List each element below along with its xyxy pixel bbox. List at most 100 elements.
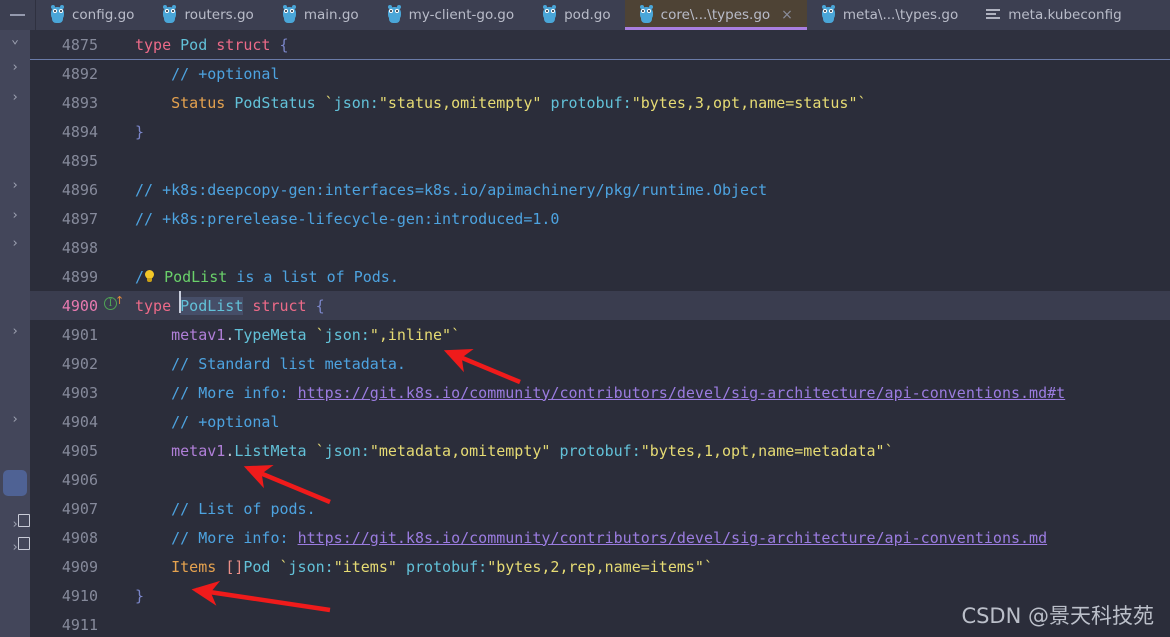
code-line[interactable]: 4905 metav1.ListMeta `json:"metadata,omi…	[30, 436, 1170, 465]
code-token: type	[135, 36, 171, 54]
editor-tab[interactable]: main.go	[268, 0, 373, 30]
chevron-right-small-icon[interactable]: ›	[4, 236, 26, 252]
code-token: // +k8s:prerelease-lifecycle-gen:introdu…	[135, 210, 559, 228]
code-token: "bytes,1,opt,name=metadata"	[641, 442, 885, 460]
code-line[interactable]: 4909 Items []Pod `json:"items" protobuf:…	[30, 552, 1170, 581]
code-token	[171, 36, 180, 54]
code-token: is a list of Pods.	[227, 268, 399, 286]
minimize-icon	[10, 14, 25, 16]
code-line[interactable]: 4898	[30, 233, 1170, 262]
code-token: protobuf:	[559, 442, 640, 460]
code-token	[307, 326, 316, 344]
code-line-text: metav1.ListMeta `json:"metadata,omitempt…	[132, 442, 1170, 460]
code-line[interactable]: 4892 // +optional	[30, 59, 1170, 88]
code-token: PodList	[164, 268, 227, 286]
implementation-marker-icon[interactable]: I↑	[104, 297, 119, 312]
code-token: // +optional	[171, 413, 279, 431]
editor-tab[interactable]: pod.go	[528, 0, 625, 30]
go-gopher-icon	[821, 7, 836, 23]
code-line[interactable]: 4897// +k8s:prerelease-lifecycle-gen:int…	[30, 204, 1170, 233]
code-editor[interactable]: 4875type Pod struct {4892 // +optional48…	[30, 30, 1170, 637]
code-token: "bytes,3,opt,name=status"	[632, 94, 858, 112]
code-token	[316, 94, 325, 112]
code-token: TypeMeta	[234, 326, 306, 344]
chevron-right-small-icon[interactable]: ›	[4, 324, 26, 340]
editor-tab[interactable]: meta.kubeconfig	[972, 0, 1135, 30]
code-token: ListMeta	[234, 442, 306, 460]
code-line[interactable]: 4899/ PodList is a list of Pods.	[30, 262, 1170, 291]
code-token: https://git.k8s.io/community/contributor…	[298, 384, 1066, 402]
structure-selected-item[interactable]	[3, 470, 27, 496]
editor-tab[interactable]: meta\...\types.go	[807, 0, 972, 30]
code-line[interactable]: 4901 metav1.TypeMeta `json:",inline"`	[30, 320, 1170, 349]
code-token	[155, 268, 164, 286]
line-number: 4895	[30, 152, 102, 170]
code-line-current[interactable]: 4900I↑type PodList struct {	[30, 291, 1170, 320]
code-line[interactable]: 4896// +k8s:deepcopy-gen:interfaces=k8s.…	[30, 175, 1170, 204]
code-line-text: // More info: https://git.k8s.io/communi…	[132, 384, 1170, 402]
chevron-right-small-icon[interactable]: ›	[4, 178, 26, 194]
code-line[interactable]: 4875type Pod struct {	[30, 30, 1170, 60]
intention-bulb-icon[interactable]	[144, 270, 155, 285]
code-line[interactable]: 4895	[30, 146, 1170, 175]
chevron-down-icon[interactable]: ⌄	[4, 32, 26, 48]
code-token: `	[325, 94, 334, 112]
code-line[interactable]: 4903 // More info: https://git.k8s.io/co…	[30, 378, 1170, 407]
code-token: []	[225, 558, 243, 576]
gutter-marker	[102, 610, 132, 637]
editor-tab-label: meta\...\types.go	[843, 7, 958, 23]
code-token: // List of pods.	[171, 500, 316, 518]
gutter-marker	[102, 552, 132, 581]
gutter-marker	[102, 117, 132, 146]
code-line[interactable]: 4902 // Standard list metadata.	[30, 349, 1170, 378]
gutter-marker: I↑	[102, 291, 132, 320]
line-number: 4898	[30, 239, 102, 257]
code-token: "items"	[334, 558, 397, 576]
code-token: json:	[289, 558, 334, 576]
code-line[interactable]: 4894}	[30, 117, 1170, 146]
gutter-marker	[102, 320, 132, 349]
code-token: "metadata,omitempty"	[370, 442, 551, 460]
code-line-text: metav1.TypeMeta `json:",inline"`	[132, 326, 1170, 344]
editor-tab[interactable]: routers.go	[148, 0, 267, 30]
editor-tab[interactable]: core\...\types.go×	[625, 0, 807, 30]
close-tab-icon[interactable]: ×	[781, 8, 793, 22]
structure-strip[interactable]: ⌄›››››››››	[0, 30, 30, 637]
code-token: `	[316, 442, 325, 460]
gutter-marker	[102, 175, 132, 204]
chevron-right-small-icon[interactable]: ›	[4, 412, 26, 428]
code-token: {	[280, 36, 289, 54]
chevron-right-small-icon[interactable]: ›	[4, 60, 26, 76]
editor-tab-label: my-client-go.go	[409, 7, 514, 23]
code-line[interactable]: 4906	[30, 465, 1170, 494]
code-token: https://git.k8s.io/community/contributor…	[298, 529, 1048, 547]
line-number: 4911	[30, 616, 102, 634]
gutter-marker	[102, 378, 132, 407]
tab-bar-collapse-handle[interactable]	[0, 0, 36, 30]
code-token: PodList	[180, 297, 243, 315]
code-token: // Standard list metadata.	[171, 355, 406, 373]
chevron-right-small-icon[interactable]: ›	[4, 208, 26, 224]
gutter-marker	[102, 262, 132, 291]
editor-tab-label: pod.go	[564, 7, 611, 23]
code-token: `	[858, 94, 867, 112]
go-gopher-icon	[387, 7, 402, 23]
code-token	[270, 558, 279, 576]
editor-tab[interactable]: config.go	[36, 0, 148, 30]
line-number: 4902	[30, 355, 102, 373]
code-token: metav1	[171, 442, 225, 460]
editor-tab-label: meta.kubeconfig	[1008, 7, 1121, 23]
code-token	[225, 94, 234, 112]
editor-tab[interactable]: my-client-go.go	[373, 0, 528, 30]
gutter-marker	[102, 88, 132, 117]
code-token: json:	[334, 94, 379, 112]
code-line-text: // +optional	[132, 65, 1170, 83]
code-line[interactable]: 4893 Status PodStatus `json:"status,omit…	[30, 88, 1170, 117]
code-line[interactable]: 4907 // List of pods.	[30, 494, 1170, 523]
chevron-right-small-icon[interactable]: ›	[4, 90, 26, 106]
code-line[interactable]: 4908 // More info: https://git.k8s.io/co…	[30, 523, 1170, 552]
code-token: `	[316, 326, 325, 344]
code-line[interactable]: 4904 // +optional	[30, 407, 1170, 436]
code-token: struct	[216, 36, 270, 54]
file-icon	[18, 537, 30, 550]
